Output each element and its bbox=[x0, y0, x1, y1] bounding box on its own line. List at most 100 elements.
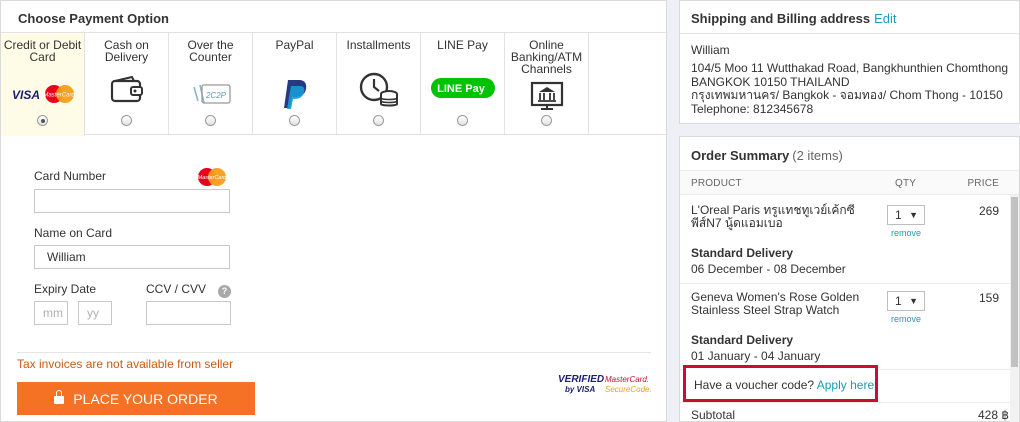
order-item-name: L'Oreal Paris ทรูแทชทูเวย์เค้กซีพีส์N7 น… bbox=[691, 203, 855, 230]
payment-method-label: Over the Counter bbox=[187, 38, 234, 64]
paypal-icon bbox=[253, 77, 336, 111]
cvv-input[interactable] bbox=[146, 301, 231, 325]
payment-radio-installments[interactable] bbox=[373, 115, 384, 126]
delivery-date: 06 December - 08 December bbox=[691, 262, 846, 276]
quantity-value: 1 bbox=[895, 294, 902, 308]
chevron-down-icon: ▼ bbox=[909, 210, 918, 220]
divider bbox=[680, 33, 1019, 34]
item-price: 269 bbox=[978, 204, 999, 218]
payment-method-counter[interactable]: Over the Counter 2C2P bbox=[169, 33, 253, 135]
payment-radio-cod[interactable] bbox=[121, 115, 132, 126]
svg-text:MasterCard: MasterCard bbox=[43, 93, 75, 99]
delivery-title: Standard Delivery bbox=[691, 333, 794, 347]
payment-radio-paypal[interactable] bbox=[289, 115, 300, 126]
wallet-icon bbox=[85, 73, 168, 107]
payment-radio-banking[interactable] bbox=[541, 115, 552, 126]
address-line: กรุงเทพมหานคร/ Bangkok - จอมทอง/ Chom Th… bbox=[691, 88, 1003, 102]
payment-radio-linepay[interactable] bbox=[457, 115, 468, 126]
voucher-prompt: Have a voucher code? Apply here bbox=[694, 378, 874, 392]
payment-method-paypal[interactable]: PayPal bbox=[253, 33, 337, 135]
card-number-input[interactable] bbox=[34, 189, 230, 213]
cvv-label: CCV / CVV bbox=[146, 282, 207, 296]
edit-address-link[interactable]: Edit bbox=[874, 11, 896, 26]
shipping-name: William bbox=[691, 43, 730, 57]
payment-title: Choose Payment Option bbox=[18, 11, 169, 26]
payment-method-card[interactable]: Credit or Debit Card VISA MasterCard bbox=[1, 33, 85, 136]
lock-icon bbox=[54, 389, 65, 406]
visa-mastercard-icon: VISA MasterCard bbox=[1, 77, 84, 111]
help-icon[interactable]: ? bbox=[218, 285, 231, 298]
divider bbox=[17, 352, 651, 353]
mastercard-icon: MasterCard bbox=[196, 167, 228, 187]
scrollbar[interactable] bbox=[1010, 195, 1019, 422]
expiry-month-input[interactable] bbox=[34, 301, 68, 325]
shipping-panel: Shipping and Billing address Edit William… bbox=[679, 0, 1020, 124]
shipping-address: 104/5 Moo 11 Wutthakad Road, Bangkhunthi… bbox=[691, 61, 1009, 116]
divider bbox=[680, 283, 1012, 284]
remove-item-link[interactable]: remove bbox=[891, 228, 921, 238]
shipping-title-text: Shipping and Billing address bbox=[691, 11, 871, 26]
order-summary-panel: Order Summary (2 items) PRODUCT QTY PRICE… bbox=[679, 136, 1020, 422]
address-line: 104/5 Moo 11 Wutthakad Road, Bangkhunthi… bbox=[691, 61, 1009, 75]
payment-method-linepay[interactable]: LINE Pay LINE Pay bbox=[421, 33, 505, 135]
tax-invoice-note: Tax invoices are not available from sell… bbox=[17, 357, 234, 371]
payment-radio-counter[interactable] bbox=[205, 115, 216, 126]
bank-icon bbox=[505, 79, 588, 113]
line-pay-icon: LINE Pay bbox=[421, 71, 504, 105]
card-number-label: Card Number bbox=[34, 169, 107, 183]
secure-payment-badge: VERIFIED by VISA MasterCard. SecureCode. bbox=[557, 371, 652, 397]
subtotal-label: Subtotal bbox=[691, 408, 736, 422]
item-price: 159 bbox=[978, 291, 999, 305]
delivery-title: Standard Delivery bbox=[691, 246, 794, 260]
payment-radio-card[interactable] bbox=[37, 115, 48, 126]
apply-voucher-link[interactable]: Apply here bbox=[817, 378, 874, 392]
order-title-text: Order Summary bbox=[691, 148, 790, 163]
place-order-button[interactable]: PLACE YOUR ORDER bbox=[17, 382, 255, 415]
svg-text:2C2P: 2C2P bbox=[204, 91, 226, 100]
expiry-date-label: Expiry Date bbox=[34, 282, 97, 296]
svg-text:SecureCode.: SecureCode. bbox=[605, 385, 651, 394]
svg-text:VISA: VISA bbox=[12, 88, 40, 102]
shipping-title: Shipping and Billing address Edit bbox=[691, 11, 897, 26]
clock-coins-icon bbox=[337, 72, 420, 107]
svg-text:VERIFIED: VERIFIED bbox=[558, 374, 604, 385]
product-column-header: PRODUCT bbox=[691, 178, 742, 189]
svg-text:LINE Pay: LINE Pay bbox=[437, 83, 486, 95]
scrollbar-thumb[interactable] bbox=[1011, 197, 1018, 367]
price-column-header: PRICE bbox=[967, 178, 999, 189]
payment-method-installments[interactable]: Installments bbox=[337, 33, 421, 135]
address-line: BANGKOK 10150 THAILAND bbox=[691, 74, 850, 89]
payment-method-label: LINE Pay bbox=[437, 38, 488, 52]
place-order-label: PLACE YOUR ORDER bbox=[73, 390, 218, 407]
order-item-name: Geneva Women's Rose Golden Stainless Ste… bbox=[691, 290, 860, 317]
payment-methods: Credit or Debit Card VISA MasterCard Cas… bbox=[1, 32, 668, 136]
name-on-card-input[interactable] bbox=[34, 245, 230, 269]
voucher-prompt-text: Have a voucher code? bbox=[694, 378, 815, 392]
payment-method-label: PayPal bbox=[275, 38, 314, 52]
payment-method-label: Credit or Debit Card bbox=[3, 38, 82, 64]
voucher-highlight: Have a voucher code? Apply here bbox=[683, 365, 878, 402]
svg-text:MasterCard: MasterCard bbox=[198, 175, 228, 181]
payment-method-banking[interactable]: Online Banking/ATM Channels bbox=[505, 33, 589, 135]
payment-method-label: Cash on Delivery bbox=[104, 38, 149, 64]
chevron-down-icon: ▼ bbox=[909, 296, 918, 306]
payment-panel: Choose Payment Option Credit or Debit Ca… bbox=[0, 0, 668, 422]
order-summary-title: Order Summary (2 items) bbox=[691, 148, 843, 163]
payment-method-label: Installments bbox=[346, 38, 411, 52]
remove-item-link[interactable]: remove bbox=[891, 314, 921, 324]
subtotal-value: 428 ฿ bbox=[978, 408, 1009, 422]
name-on-card-label: Name on Card bbox=[34, 226, 113, 240]
quantity-value: 1 bbox=[895, 208, 902, 222]
expiry-year-input[interactable] bbox=[78, 301, 112, 325]
payment-method-label: Online Banking/ATM Channels bbox=[510, 38, 583, 76]
quantity-select[interactable]: 1 ▼ bbox=[887, 205, 925, 225]
payment-method-cod[interactable]: Cash on Delivery bbox=[85, 33, 169, 135]
counter-payment-icon: 2C2P bbox=[169, 77, 252, 111]
svg-text:by VISA: by VISA bbox=[565, 385, 595, 394]
quantity-select[interactable]: 1 ▼ bbox=[887, 291, 925, 311]
delivery-date: 01 January - 04 January bbox=[691, 349, 821, 363]
divider bbox=[680, 402, 1012, 403]
address-line: Telephone: 812345678 bbox=[691, 101, 814, 116]
qty-column-header: QTY bbox=[895, 178, 917, 189]
item-count: (2 items) bbox=[792, 148, 843, 163]
